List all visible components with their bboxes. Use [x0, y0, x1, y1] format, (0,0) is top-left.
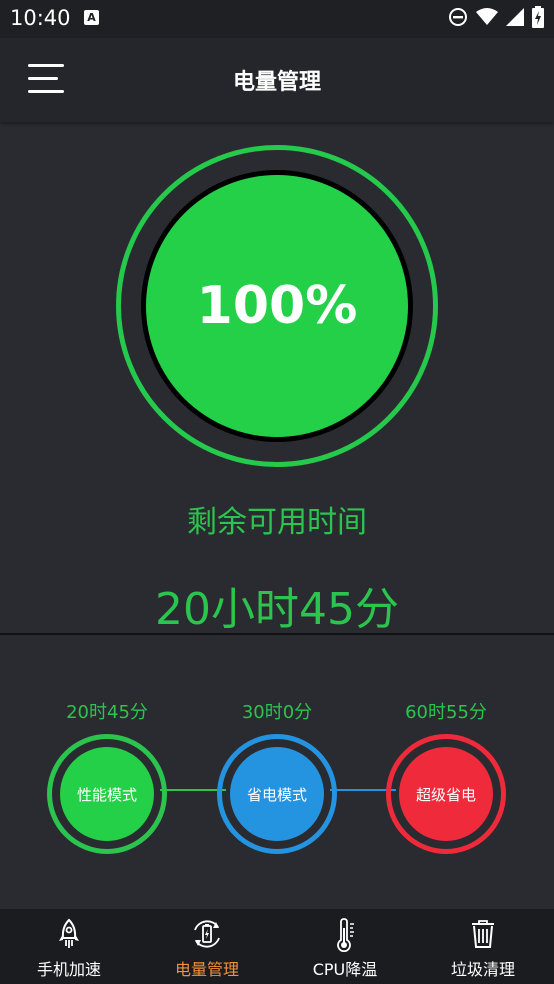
mode-performance-core: 性能模式 — [60, 747, 154, 841]
notification-a-icon: A — [84, 10, 99, 25]
mode-super-saving-label: 超级省电 — [415, 785, 476, 804]
mode-performance-label: 性能模式 — [76, 785, 137, 804]
mode-saving-button[interactable]: 省电模式 — [217, 734, 337, 854]
mode-performance-button[interactable]: 性能模式 — [47, 734, 167, 854]
nav-label-speedup: 手机加速 — [36, 960, 101, 979]
mode-performance-time: 20时45分 — [66, 702, 148, 723]
nav-label-clean: 垃圾清理 — [450, 960, 515, 979]
app-bar: 电量管理 — [0, 38, 554, 122]
trash-icon — [472, 920, 494, 948]
mode-saving-time: 30时0分 — [241, 702, 313, 723]
wifi-icon — [476, 8, 498, 25]
mode-super-saving-time: 60时55分 — [405, 702, 487, 723]
mode-saving-label: 省电模式 — [246, 785, 307, 804]
nav-item-cpu-cooling[interactable]: CPU降温 — [276, 909, 414, 984]
rocket-icon — [59, 918, 79, 948]
status-bar: 10:40 A — [0, 0, 554, 38]
battery-percent: 100% — [196, 276, 358, 336]
mode-super-saving-core: 超级省电 — [399, 747, 493, 841]
bottom-nav: 手机加速 电量管理 CPU降温 垃圾清理 — [0, 909, 554, 984]
nav-item-clean[interactable]: 垃圾清理 — [414, 909, 552, 984]
remain-time-value: 20小时45分 — [155, 584, 399, 635]
signal-icon — [506, 8, 524, 26]
nav-item-speedup[interactable]: 手机加速 — [0, 909, 138, 984]
page-title: 电量管理 — [232, 70, 321, 95]
dnd-icon — [449, 8, 467, 26]
status-icons — [448, 6, 544, 28]
nav-label-cpu-cooling: CPU降温 — [312, 960, 378, 979]
battery-charging-icon — [532, 6, 544, 28]
divider — [0, 633, 554, 635]
mode-saving-core: 省电模式 — [230, 747, 324, 841]
thermometer-icon — [337, 918, 354, 952]
nav-item-battery[interactable]: 电量管理 — [138, 909, 276, 984]
mode-super-saving-button[interactable]: 超级省电 — [386, 734, 506, 854]
battery-refresh-icon — [194, 920, 220, 948]
battery-gauge: 100% — [146, 175, 408, 437]
status-time: 10:40 — [10, 6, 71, 30]
remain-time-label: 剩余可用时间 — [187, 505, 367, 540]
nav-label-battery: 电量管理 — [174, 960, 239, 979]
